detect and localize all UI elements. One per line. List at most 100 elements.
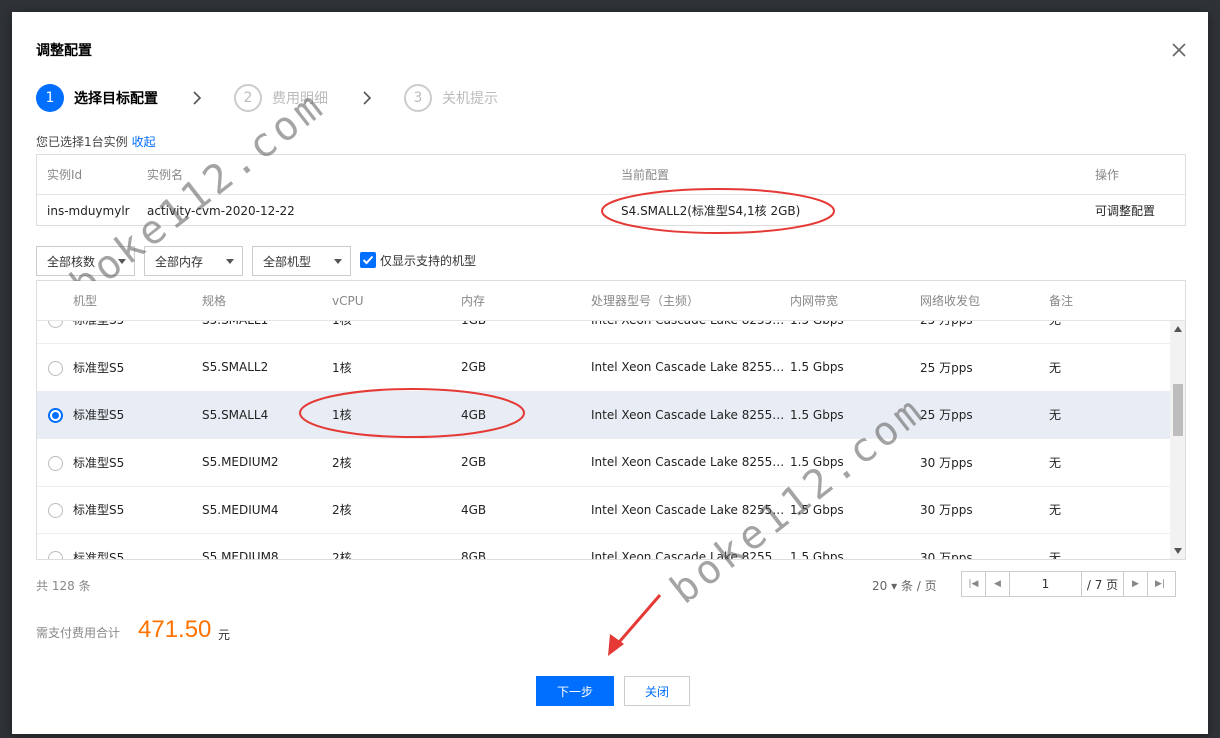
page-size-unit: 条 / 页 [900,579,937,593]
step-label: 费用明细 [272,91,328,107]
dropdown-value: 全部核数 [47,254,96,269]
cell-vcpu: 2核 [332,550,352,560]
annotation-arrowhead [608,634,624,656]
scrollbar-thumb[interactable] [1173,384,1183,436]
last-page-icon[interactable]: ▶| [1148,572,1172,596]
vertical-scrollbar[interactable] [1170,321,1185,559]
cell-bandwidth: 1.5 Gbps [790,455,844,469]
cell-type: 标准型S5 [73,408,125,422]
cell-pps: 25 万pps [920,360,973,375]
cell-spec: S5.MEDIUM2 [202,455,279,469]
cell-memory: 2GB [461,455,487,469]
cell-note: 无 [1049,550,1062,560]
total-count: 共 128 条 [36,577,91,594]
prev-page-icon[interactable]: ◀ [986,572,1010,596]
pagination: |◀ ◀ 1 / 7 页 ▶ ▶| [961,571,1176,597]
header-current-config: 当前配置 [621,168,670,182]
header-vcpu: vCPU [332,293,364,308]
cell-memory: 4GB [461,407,487,422]
dropdown-value: 全部内存 [155,254,204,269]
selected-instance-table: 实例Id 实例名 当前配置 操作 ins-mduymylr activity-c… [36,154,1186,226]
first-page-icon[interactable]: |◀ [962,572,986,596]
header-bandwidth: 内网带宽 [790,294,839,308]
header-instance-name: 实例名 [147,168,184,182]
table-row[interactable]: 标准型S5 S5.SMALL4 1核 4GB Intel Xeon Cascade La… [37,391,1171,439]
close-icon[interactable] [1169,40,1189,60]
model-filter-dropdown[interactable]: 全部机型 [252,246,351,276]
page-size-selector[interactable]: 20 ▾ 条 / 页 [872,577,937,594]
cell-note: 无 [1049,455,1062,470]
header-note: 备注 [1049,294,1074,308]
total-suffix: 条 [78,579,91,593]
cell-note: 无 [1049,503,1062,517]
cell-type: 标准型S5 [73,550,125,560]
step-fee-details: 2 费用明细 [234,84,328,112]
table-row[interactable]: 标准型S5 S5.MEDIUM8 2核 8GB Intel Xeon Cascade L… [37,534,1171,560]
scroll-down-icon[interactable] [1174,548,1182,554]
table-header: 机型 规格 vCPU 内存 处理器型号（主频） 内网带宽 网络收发包 备注 [37,281,1185,321]
cost-unit: 元 [218,628,231,642]
dropdown-value: 全部机型 [263,254,312,269]
cost-label: 需支付费用合计 [36,626,121,640]
row-radio[interactable] [48,503,63,518]
next-page-icon[interactable]: ▶ [1124,572,1148,596]
table-header: 实例Id 实例名 当前配置 操作 [37,155,1185,195]
caret-down-icon [334,259,342,264]
scroll-up-icon[interactable] [1174,326,1182,332]
cores-filter-dropdown[interactable]: 全部核数 [36,246,135,276]
cell-vcpu: 1核 [332,360,352,375]
cell-processor: Intel Xeon Cascade Lake 8255… [591,407,785,422]
cell-pps: 25 万pps [920,408,973,422]
adjust-config-dialog: 调整配置 1 选择目标配置 2 费用明细 3 关机提示 您已选择1台实例 收起 实… [12,12,1208,734]
checkbox-label: 仅显示支持的机型 [380,254,477,268]
cell-type: 标准型S5 [73,360,125,375]
step-label: 关机提示 [442,91,498,107]
collapse-link[interactable]: 收起 [132,135,156,149]
cell-processor: Intel Xeon Cascade Lake 8255… [591,455,785,469]
header-memory: 内存 [461,294,486,308]
header-action: 操作 [1095,168,1120,182]
cell-processor: Intel Xeon Cascade Lake 8255… [591,502,785,517]
step-number: 2 [234,84,262,112]
cell-spec: S5.MEDIUM4 [202,502,279,517]
step-label: 选择目标配置 [74,91,158,107]
table-row: ins-mduymylr activity-cvm-2020-12-22 S4.… [37,195,1185,226]
step-number: 3 [404,84,432,112]
header-spec: 规格 [202,294,227,308]
cell-memory: 2GB [461,360,487,374]
memory-filter-dropdown[interactable]: 全部内存 [144,246,243,276]
cell-memory: 4GB [461,502,487,517]
selection-info: 您已选择1台实例 收起 [36,133,156,150]
page-input[interactable]: 1 [1010,572,1082,596]
step-select-target: 1 选择目标配置 [36,84,158,112]
close-button[interactable]: 关闭 [624,676,690,706]
cell-processor: Intel Xeon Cascade Lake 8255… [591,360,785,374]
caret-down-icon [226,259,234,264]
next-step-button[interactable]: 下一步 [536,676,614,706]
cell-note: 无 [1049,360,1062,375]
row-radio[interactable] [48,550,63,559]
dialog-title: 调整配置 [36,43,92,59]
header-instance-id: 实例Id [47,168,83,182]
cell-vcpu: 2核 [332,503,352,517]
cell-type: 标准型S5 [73,503,125,517]
row-radio[interactable] [48,408,63,423]
cell-pps: 30 万pps [920,550,973,560]
table-row[interactable]: 标准型S5 S5.SMALL2 1核 2GB Intel Xeon Cascade La… [37,344,1171,392]
cell-spec: S5.SMALL2 [202,360,269,374]
header-processor: 处理器型号（主频） [591,294,700,308]
instance-id: ins-mduymylr [47,203,130,218]
cell-bandwidth: 1.5 Gbps [790,360,844,374]
caret-down-icon: ▾ [891,579,898,593]
cell-bandwidth: 1.5 Gbps [790,502,844,517]
table-row[interactable]: 标准型S5 S5.MEDIUM2 2核 2GB Intel Xeon Cascade L… [37,439,1171,487]
table-row[interactable]: 标准型S5 S5.MEDIUM4 2核 4GB Intel Xeon Cascade L… [37,486,1171,534]
row-radio[interactable] [48,455,63,471]
cell-vcpu: 2核 [332,455,352,470]
current-config: S4.SMALL2(标准型S4,1核 2GB) [621,204,801,218]
cost-amount: 471.50 [138,616,212,643]
cell-type: 标准型S5 [73,455,125,470]
supported-only-checkbox[interactable] [360,252,376,268]
cell-bandwidth: 1.5 Gbps [790,407,844,422]
row-radio[interactable] [48,360,63,376]
